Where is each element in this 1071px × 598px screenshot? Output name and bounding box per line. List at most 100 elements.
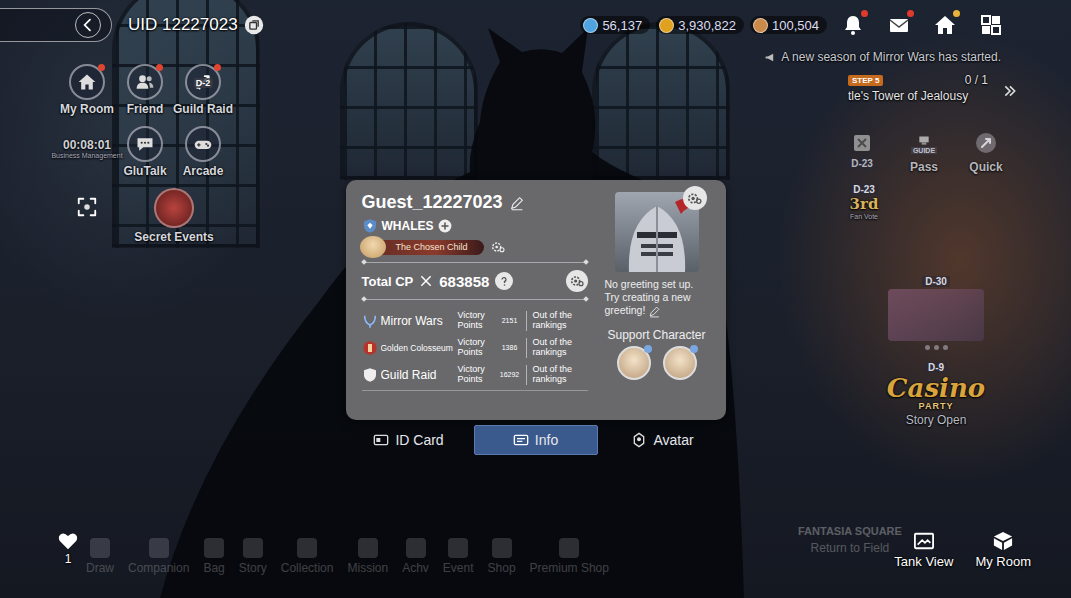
nav-icon[interactable] — [559, 538, 579, 558]
gear-icon[interactable] — [569, 273, 585, 289]
menu-item[interactable]: Friend — [116, 64, 174, 116]
nav-item[interactable]: Shop — [488, 538, 516, 575]
plus-icon[interactable] — [438, 219, 452, 233]
tab-icon[interactable] — [513, 432, 529, 448]
event-button[interactable]: D-23 — [833, 128, 891, 174]
quick-button[interactable]: Quick — [957, 128, 1015, 174]
notification-dot — [214, 64, 221, 71]
menu-icon-frame[interactable] — [127, 126, 163, 162]
gear-icon[interactable] — [686, 190, 703, 207]
talk-icon[interactable] — [135, 134, 155, 154]
tank-icon[interactable] — [913, 531, 935, 551]
nav-item[interactable]: Event — [443, 538, 474, 575]
title-badge[interactable]: The Chosen Child — [362, 240, 484, 255]
event-icon[interactable] — [850, 131, 874, 155]
banner-image[interactable] — [888, 289, 984, 341]
tab-icon[interactable] — [373, 432, 389, 448]
camera-button[interactable] — [58, 188, 116, 244]
bottom-buttons: Tank View My Room — [894, 531, 1031, 569]
back-button[interactable] — [0, 8, 112, 42]
fan-vote-event[interactable]: D-233rdFan Vote — [842, 184, 886, 220]
room-button[interactable]: My Room — [975, 531, 1031, 569]
nav-label: Collection — [281, 561, 334, 575]
button-label: My Room — [975, 554, 1031, 569]
support-character[interactable] — [663, 346, 697, 380]
edit-pen-icon[interactable] — [509, 195, 525, 211]
nav-icon[interactable] — [492, 538, 512, 558]
menu-icon-frame[interactable]: GUIDE — [907, 128, 941, 158]
camera-icon[interactable] — [76, 196, 98, 218]
step-tag: STEP 5 — [848, 75, 883, 86]
nav-item[interactable]: Companion — [128, 538, 189, 575]
nav-icon[interactable] — [297, 538, 317, 558]
support-character[interactable] — [617, 346, 651, 380]
nav-item[interactable]: Story — [239, 538, 267, 575]
points-label: Victory Points — [458, 365, 494, 384]
quest-tracker[interactable]: STEP 50 / 1tle's Tower of Jealousy — [848, 73, 1008, 103]
room-icon[interactable] — [77, 72, 97, 92]
nav-item[interactable]: Mission — [347, 538, 388, 575]
nav-icon[interactable] — [90, 538, 110, 558]
tank-button[interactable]: Tank View — [894, 531, 953, 569]
home-icon[interactable] — [933, 13, 957, 37]
page-dot — [925, 345, 930, 350]
tab[interactable]: Avatar — [601, 425, 725, 455]
nav-item[interactable]: Draw — [86, 538, 114, 575]
nav-icon[interactable] — [358, 538, 378, 558]
nav-icon[interactable] — [406, 538, 426, 558]
nav-item[interactable]: Bag — [203, 538, 224, 575]
mail-button[interactable] — [887, 13, 911, 37]
mode-name: Mirror Wars — [381, 314, 455, 328]
menu-item[interactable]: GluTalk — [116, 126, 174, 178]
menu-icon-frame[interactable] — [127, 64, 163, 100]
menu-item[interactable]: My Room — [58, 64, 116, 116]
bell-button[interactable] — [841, 13, 865, 37]
edit-pen-icon[interactable] — [648, 305, 661, 318]
nav-item[interactable]: Premium Shop — [530, 538, 609, 575]
portrait-settings-button[interactable] — [683, 186, 707, 210]
cp-settings-button[interactable] — [566, 270, 588, 292]
mail-icon[interactable] — [887, 13, 911, 37]
day-tag: D-30 — [922, 276, 950, 287]
guide-button[interactable]: GUIDEPass — [895, 128, 953, 174]
copy-icon[interactable] — [244, 15, 264, 35]
tab[interactable]: Info — [474, 425, 598, 455]
nav-icon[interactable] — [149, 538, 169, 558]
menu-icon-frame[interactable] — [969, 128, 1003, 158]
double-chevron-icon[interactable] — [1002, 83, 1018, 99]
heart-icon[interactable] — [58, 532, 78, 550]
menu-icon-frame[interactable] — [845, 128, 879, 158]
friend-icon[interactable] — [135, 72, 155, 92]
menu-icon-frame[interactable] — [69, 64, 105, 100]
grid-button[interactable] — [979, 13, 1003, 37]
secret-events-button[interactable]: Secret Events — [116, 188, 232, 244]
home-button[interactable] — [933, 13, 957, 37]
guide-icon[interactable] — [914, 133, 934, 147]
menu-item[interactable]: Arcade — [174, 126, 232, 178]
tab-icon[interactable] — [631, 432, 647, 448]
quick-icon[interactable] — [974, 131, 998, 155]
casino-event[interactable]: D-9CasinoPARTYStory Open — [887, 362, 985, 427]
nav-icon[interactable] — [448, 538, 468, 558]
gear-icon[interactable] — [490, 239, 506, 255]
cp-value: 683858 — [439, 273, 489, 290]
event-banner[interactable]: D-30 — [888, 276, 984, 350]
bell-icon[interactable] — [841, 13, 865, 37]
back-arrow-icon[interactable] — [80, 17, 96, 33]
nav-item[interactable]: Achv — [402, 538, 429, 575]
nav-icon[interactable] — [204, 538, 224, 558]
menu-item[interactable]: D-2Guild Raid — [174, 64, 232, 116]
likes[interactable]: 1 — [58, 532, 78, 566]
arcade-icon[interactable] — [193, 134, 213, 154]
menu-item[interactable]: 00:08:01Business Management — [58, 126, 116, 178]
nav-item[interactable]: Collection — [281, 538, 334, 575]
menu-icon-frame[interactable] — [185, 126, 221, 162]
room-icon[interactable] — [992, 531, 1014, 551]
grid-icon[interactable] — [979, 13, 1003, 37]
field-button[interactable]: FANTASIA SQUAREReturn to Field — [798, 526, 902, 555]
help-icon[interactable] — [495, 272, 513, 290]
tab[interactable]: ID Card — [347, 425, 471, 455]
secret-events-icon[interactable] — [154, 188, 194, 228]
back-circle[interactable] — [75, 12, 101, 38]
nav-icon[interactable] — [243, 538, 263, 558]
